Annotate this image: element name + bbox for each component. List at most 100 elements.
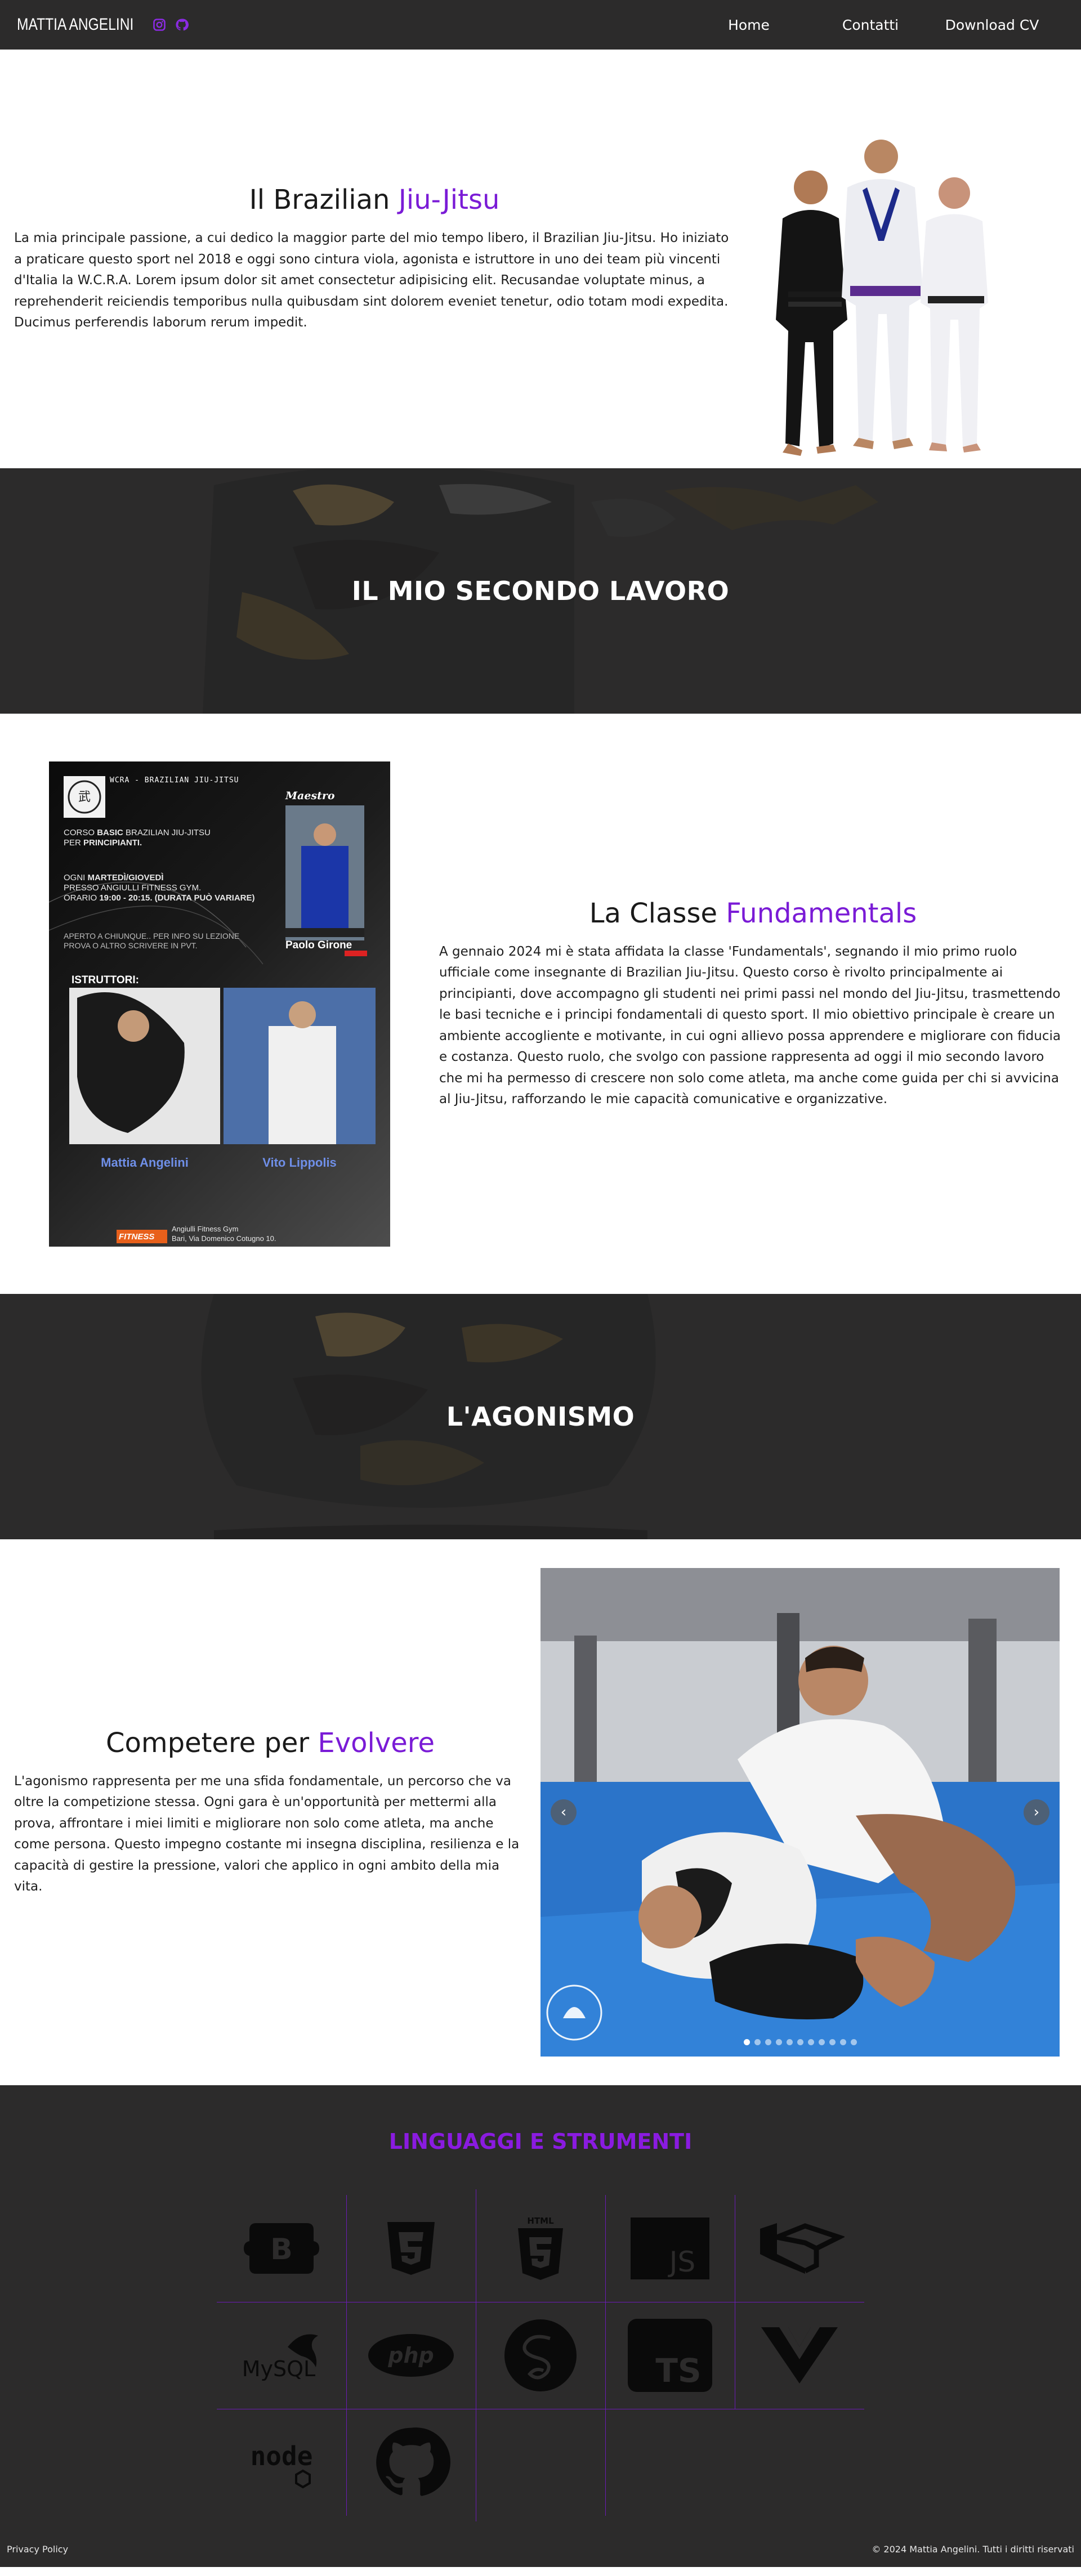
sass-icon xyxy=(476,2302,605,2409)
navbar: MATTIA ANGELINI Home Contatti Download C… xyxy=(0,0,1081,50)
skills-section: LINGUAGGI E STRUMENTI B HTML JS MySQL ph… xyxy=(0,2085,1081,2531)
copyright-text: © 2024 Mattia Angelini. Tutti i diritti … xyxy=(872,2543,1074,2555)
nav-contatti-link[interactable]: Contatti xyxy=(810,17,931,33)
instagram-icon[interactable] xyxy=(153,18,166,32)
team-photo xyxy=(749,50,1081,468)
poster-course-d: PER xyxy=(64,837,84,848)
php-icon: php xyxy=(346,2302,476,2409)
footer: Privacy Policy © 2024 Mattia Angelini. T… xyxy=(0,2531,1081,2567)
poster-instructor-2: Vito Lippolis xyxy=(262,1155,337,1170)
skills-title: LINGUAGGI E STRUMENTI xyxy=(388,2129,693,2154)
class-poster: 武 WCRA - BRAZILIAN JIU-JITSU CORSO BASIC… xyxy=(49,761,390,1247)
bjj-title-prefix: Il Brazilian xyxy=(249,184,399,216)
poster-time-b: 19:00 - 20:15. (DURATA PUÒ VARIARE) xyxy=(99,893,255,903)
bjj-description: La mia principale passione, a cui dedico… xyxy=(14,231,729,330)
poster-days-b: MARTEDÌ/GIOVEDÌ xyxy=(87,872,164,882)
nav-home-link[interactable]: Home xyxy=(688,17,810,33)
github-icon xyxy=(346,2409,476,2516)
carousel-indicators xyxy=(540,2039,1060,2045)
poster-maestro-label: Maestro xyxy=(285,789,335,802)
svg-text:php: php xyxy=(387,2343,434,2368)
carousel-indicator-dot[interactable] xyxy=(829,2039,836,2045)
carousel-slide-image xyxy=(540,1568,1060,2057)
carousel-indicator-dot[interactable] xyxy=(786,2039,793,2045)
carousel-indicator-dot[interactable] xyxy=(754,2039,761,2045)
fundamentals-description: A gennaio 2024 mi è stata affidata la cl… xyxy=(439,944,1061,1107)
svg-text:node: node xyxy=(251,2441,313,2471)
svg-text:B: B xyxy=(270,2233,293,2266)
bootstrap-icon: B xyxy=(217,2195,346,2302)
poster-instructors-label: ISTRUTTORI: xyxy=(72,974,139,986)
skills-grid: B HTML JS MySQL php TS node xyxy=(217,2189,864,2521)
privacy-policy-link[interactable]: Privacy Policy xyxy=(7,2544,68,2555)
carousel-indicator-dot[interactable] xyxy=(775,2039,782,2045)
svg-text:JS: JS xyxy=(668,2246,695,2278)
chevron-left-icon: ‹ xyxy=(560,1804,567,1821)
competition-section: Competere per Evolvere L'agonismo rappre… xyxy=(0,1539,1081,2085)
bjj-title: Il Brazilian Jiu-Jitsu xyxy=(14,184,735,216)
mysql-icon: MySQL xyxy=(217,2302,346,2409)
fundamentals-title-prefix: La Classe xyxy=(589,897,726,929)
competition-title-accent: Evolvere xyxy=(318,1727,435,1759)
vue-icon xyxy=(735,2302,864,2409)
nav-links: Home Contatti Download CV xyxy=(688,17,1064,33)
poster-schedule: OGNI MARTEDÌ/GIOVEDÌ PRESSO ANGIULLI FIT… xyxy=(64,873,255,903)
chevron-right-icon: › xyxy=(1033,1804,1040,1821)
poster-time-a: ORARIO xyxy=(64,893,100,903)
poster-open-2: PROVA O ALTRO SCRIVERE IN PVT. xyxy=(64,940,198,950)
poster-course-a: CORSO xyxy=(64,827,97,837)
competition-title-prefix: Competere per xyxy=(105,1727,318,1759)
carousel-prev-button[interactable]: ‹ xyxy=(551,1799,577,1825)
carousel-indicator-dot[interactable] xyxy=(797,2039,803,2045)
fundamentals-title-accent: Fundamentals xyxy=(726,897,917,929)
second-job-title: IL MIO SECONDO LAVORO xyxy=(351,576,730,606)
competition-title: Competere per Evolvere xyxy=(14,1727,526,1759)
javascript-icon: JS xyxy=(605,2195,735,2302)
brand-name[interactable]: MATTIA ANGELINI xyxy=(17,15,133,34)
agonismo-title: L'AGONISMO xyxy=(446,1401,635,1432)
css3-icon xyxy=(346,2195,476,2302)
carousel-indicator-dot[interactable] xyxy=(807,2039,814,2045)
svg-text:HTML: HTML xyxy=(527,2216,554,2226)
competition-text: Competere per Evolvere L'agonismo rappre… xyxy=(0,1727,540,1898)
competition-description: L'agonismo rappresenta per me una sfida … xyxy=(14,1773,520,1894)
carousel-indicator-dot[interactable] xyxy=(839,2039,846,2045)
github-icon[interactable] xyxy=(175,18,189,32)
poster-gym-address: Bari, Via Domenico Cotugno 10. xyxy=(172,1234,276,1243)
poster-gym-info: Angiulli Fitness Gym Bari, Via Domenico … xyxy=(172,1224,276,1243)
poster-gym-name: Angiulli Fitness Gym xyxy=(172,1224,239,1233)
poster-course-b: BASIC xyxy=(97,827,123,837)
poster-wrapper: 武 WCRA - BRAZILIAN JIU-JITSU CORSO BASIC… xyxy=(0,761,439,1247)
bjj-section: Il Brazilian Jiu-Jitsu La mia principale… xyxy=(0,50,1081,468)
bjj-title-accent: Jiu-Jitsu xyxy=(398,184,500,216)
poster-place: PRESSO ANGIULLI FITNESS GYM. xyxy=(64,882,202,893)
carousel-indicator-dot[interactable] xyxy=(818,2039,825,2045)
nav-download-cv-link[interactable]: Download CV xyxy=(931,17,1053,33)
carousel-indicator-dot[interactable] xyxy=(765,2039,771,2045)
carousel-indicator-dot[interactable] xyxy=(743,2039,750,2045)
poster-days-a: OGNI xyxy=(64,872,88,882)
poster-info: APERTO A CHIUNQUE.. PER INFO SU LEZIONE … xyxy=(64,931,239,951)
competition-carousel[interactable]: ‹ › xyxy=(540,1568,1060,2057)
poster-course: CORSO BASIC BRAZILIAN JIU-JITSU PER PRIN… xyxy=(64,828,211,848)
brand: MATTIA ANGELINI xyxy=(17,15,189,34)
svg-text:TS: TS xyxy=(655,2351,701,2390)
poster-header: WCRA - BRAZILIAN JIU-JITSU xyxy=(110,776,239,785)
agonismo-banner: L'AGONISMO xyxy=(0,1294,1081,1539)
poster-open-1: APERTO A CHIUNQUE.. PER INFO SU LEZIONE xyxy=(64,931,240,940)
poster-course-e: PRINCIPIANTI. xyxy=(83,837,142,848)
laravel-icon xyxy=(735,2195,864,2302)
second-job-banner: IL MIO SECONDO LAVORO xyxy=(0,468,1081,714)
typescript-icon: TS xyxy=(605,2302,735,2409)
poster-gym-logo: FITNESS xyxy=(119,1231,155,1242)
bjj-text: Il Brazilian Jiu-Jitsu La mia principale… xyxy=(0,50,749,468)
fundamentals-section: 武 WCRA - BRAZILIAN JIU-JITSU CORSO BASIC… xyxy=(0,714,1081,1294)
fundamentals-text: La Classe Fundamentals A gennaio 2024 mi… xyxy=(439,898,1081,1110)
html5-icon: HTML xyxy=(476,2195,605,2302)
poster-course-c: BRAZILIAN JIU-JITSU xyxy=(123,827,211,837)
poster-instructor-1: Mattia Angelini xyxy=(101,1155,189,1170)
svg-text:武: 武 xyxy=(78,790,91,804)
carousel-indicator-dot[interactable] xyxy=(850,2039,857,2045)
poster-maestro-name: Paolo Girone xyxy=(285,939,352,951)
carousel-next-button[interactable]: › xyxy=(1024,1799,1049,1825)
